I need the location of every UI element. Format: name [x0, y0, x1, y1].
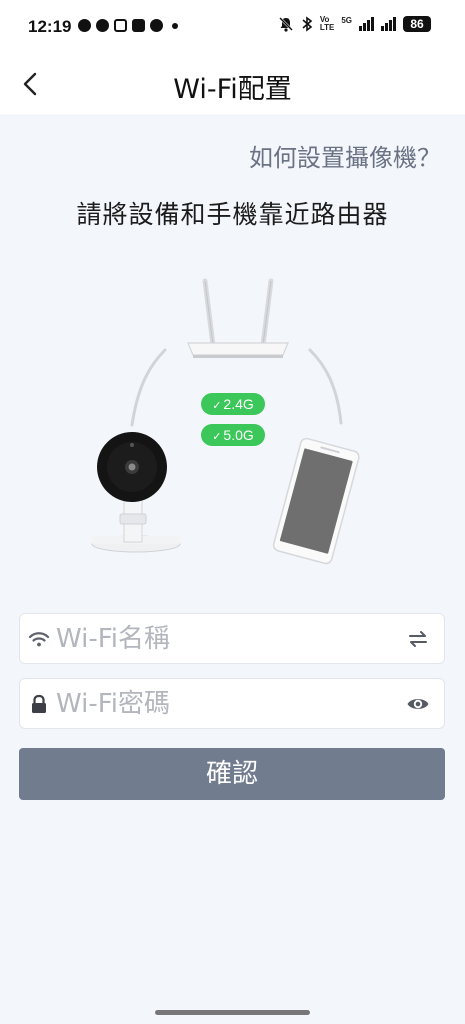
signal-icon-2: [381, 17, 396, 31]
page-title: Wi-Fi配置: [173, 74, 292, 105]
wifi-password-input[interactable]: [56, 685, 396, 723]
chat-icon: [78, 19, 91, 32]
wifi-name-input[interactable]: [56, 620, 396, 658]
volte-label-bottom: LTE: [319, 23, 335, 32]
wifi-icon: [28, 632, 50, 647]
check-icon: ✓: [212, 431, 222, 443]
camera-image: [91, 432, 181, 553]
bluetooth-icon: [302, 16, 313, 32]
router-image: [187, 278, 289, 358]
more-notifications-icon: [172, 22, 178, 29]
lock-icon: [32, 694, 46, 713]
wifi-name-field: [19, 613, 445, 664]
line-icon: [96, 19, 109, 32]
badge-label: 5.0G: [223, 427, 254, 443]
setup-illustration: ✓ 2.4G ✓ 5.0G: [0, 265, 465, 575]
wifi-password-field: [19, 678, 445, 729]
notification-icons: [78, 19, 178, 32]
mute-icon: [278, 17, 293, 32]
facebook-icon: [150, 19, 163, 32]
swap-icon[interactable]: [406, 627, 430, 651]
check-icon: ✓: [212, 400, 222, 412]
band-badge-2-4g: ✓ 2.4G: [201, 393, 265, 415]
instagram-icon: [114, 19, 127, 32]
status-time: 12:19: [28, 17, 72, 36]
badge-label: 2.4G: [223, 396, 254, 412]
setup-help-link[interactable]: 如何設置攝像機？: [249, 138, 441, 173]
network-type-label: 5G: [341, 16, 352, 25]
battery-indicator: 86: [403, 16, 431, 32]
system-icons: Vo LTE 5G 86: [278, 16, 431, 32]
band-badge-5-0g: ✓ 5.0G: [201, 424, 265, 446]
status-bar: 12:19 Vo LTE 5G 86: [0, 0, 465, 56]
phone-image: [272, 437, 360, 565]
app-header: Wi-Fi配置: [0, 56, 465, 114]
home-indicator[interactable]: [155, 1010, 310, 1015]
confirm-button[interactable]: 確認: [19, 748, 445, 800]
instruction-text: 請將設備和手機靠近路由器: [76, 200, 389, 229]
signal-icon: [359, 17, 374, 31]
shopping-icon: [132, 19, 145, 32]
volte-indicator: Vo LTE: [320, 16, 335, 32]
eye-icon[interactable]: [406, 692, 430, 716]
